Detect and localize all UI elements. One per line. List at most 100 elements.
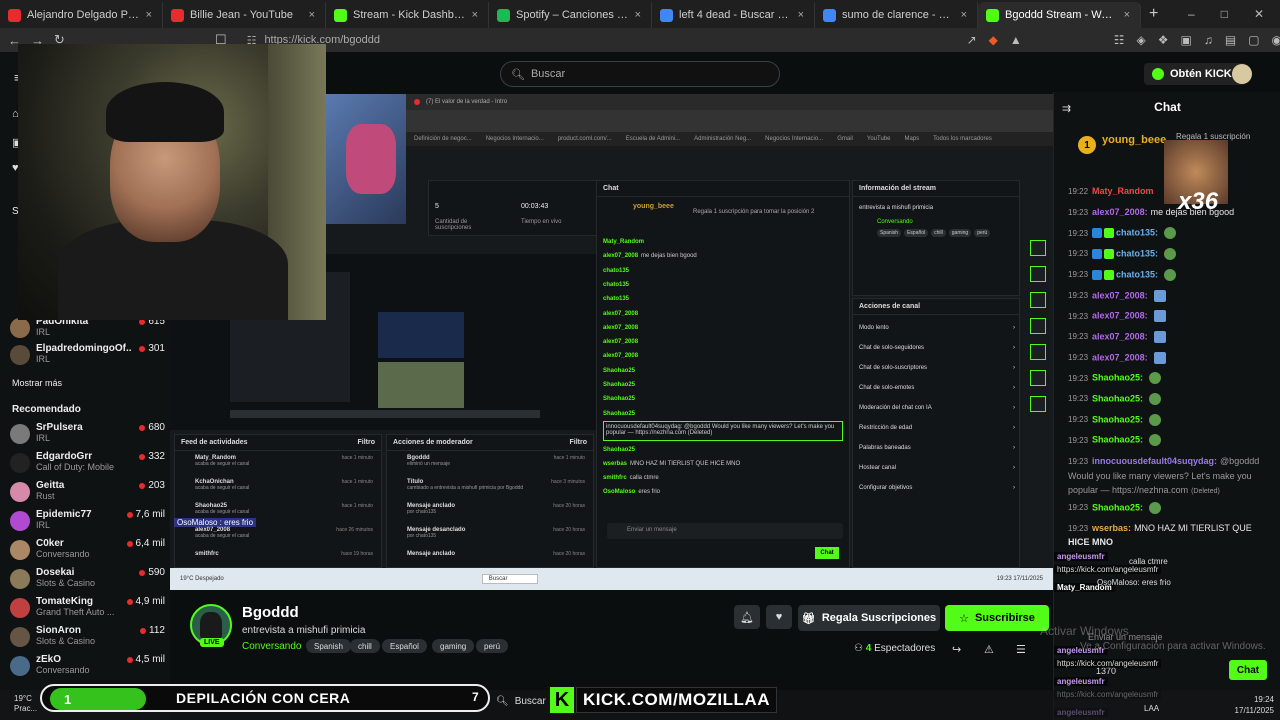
sidebar-channel[interactable]: SrPulsera IRL 680	[10, 422, 165, 450]
more-icon[interactable]: ☰	[1016, 643, 1026, 656]
search-input[interactable]: 🔍︎ Buscar	[500, 61, 780, 87]
chat-username[interactable]: alex07_2008:	[1092, 331, 1148, 341]
filter-button[interactable]: Filtro	[358, 439, 376, 446]
language-indicator[interactable]: LAA	[1144, 704, 1159, 713]
channel-name[interactable]: Bgoddd	[242, 604, 299, 621]
chat-username[interactable]: Shaohao25:	[1092, 414, 1143, 424]
brave-shield-icon[interactable]: ◆	[989, 33, 998, 47]
chat-username[interactable]: alex07_2008:	[1092, 290, 1148, 300]
chat-username[interactable]: Maty_Random	[1092, 186, 1154, 196]
follow-heart-icon[interactable]: ♥	[766, 605, 792, 629]
chat-username[interactable]: chato135:	[1116, 269, 1158, 279]
sidebar-channel[interactable]: Epidemic77 IRL 7,6 mil	[10, 509, 165, 537]
channel-action-item[interactable]: Chat de solo-seguidores ›	[859, 345, 1015, 351]
stream-category[interactable]: Conversando	[242, 641, 301, 652]
wallet-icon[interactable]: ▢	[1248, 33, 1259, 47]
close-tab-icon[interactable]: ×	[309, 9, 315, 21]
taskbar-clock[interactable]: 19:24 17/11/2025	[1204, 694, 1274, 716]
browser-tab[interactable]: Bgoddd Stream - Watch Live×	[978, 2, 1141, 28]
weather-widget[interactable]: 19°C Prac...	[14, 694, 37, 714]
close-tab-icon[interactable]: ×	[472, 9, 478, 21]
channel-action-item[interactable]: Moderación del chat con IA ›	[859, 405, 1015, 411]
sidebar-icon[interactable]: ▤	[1225, 33, 1236, 47]
mini-chat-button[interactable]: Chat	[815, 547, 839, 559]
taskbar-search[interactable]: 🔍︎ Buscar	[496, 696, 546, 707]
channel-action-item[interactable]: Modo lento ›	[859, 325, 1015, 331]
browser-tab[interactable]: Stream - Kick Dashboard ×	[326, 2, 489, 28]
chat-username[interactable]: Shaohao25:	[1092, 373, 1143, 383]
notification-bell-icon[interactable]: 🔔︎	[734, 605, 760, 629]
sidebar-channel[interactable]: TomateKing Grand Theft Auto ... 4,9 mil	[10, 596, 165, 624]
close-window-icon[interactable]: ✕	[1254, 7, 1264, 21]
tool-icon[interactable]	[1030, 396, 1046, 412]
sidebar-channel[interactable]: ElpadredomingoOf... IRL 301	[10, 343, 165, 371]
gift-subs-button[interactable]: 🎁︎ Regala Suscripciones	[798, 605, 940, 631]
tool-icon[interactable]	[1030, 318, 1046, 334]
browser-tab[interactable]: Billie Jean - YouTube ×	[163, 2, 326, 28]
screenshot-icon[interactable]: ▣	[1181, 33, 1192, 47]
user-avatar[interactable]	[1232, 64, 1252, 84]
extension-icon[interactable]: ❖	[1158, 33, 1169, 47]
chat-send-button[interactable]: Chat	[1229, 660, 1267, 680]
vpn-icon[interactable]: ◉	[1272, 33, 1280, 47]
channel-action-item[interactable]: Restricción de edad ›	[859, 425, 1015, 431]
video-progress[interactable]	[230, 410, 540, 418]
chat-username[interactable]: Shaohao25:	[1092, 435, 1143, 445]
channel-action-item[interactable]: Chat de solo-emotes ›	[859, 385, 1015, 391]
share-icon[interactable]: ↗	[967, 33, 977, 47]
channel-action-item[interactable]: Configurar objetivos ›	[859, 485, 1015, 491]
close-tab-icon[interactable]: ×	[1124, 9, 1130, 21]
show-more-link[interactable]: Mostrar más	[12, 378, 62, 388]
chat-username[interactable]: Shaohao25:	[1092, 502, 1143, 512]
chat-username[interactable]: alex07_2008:	[1092, 207, 1148, 217]
tool-icon[interactable]	[1030, 240, 1046, 256]
chat-username[interactable]: alex07_2008:	[1092, 311, 1148, 321]
media-icon[interactable]: ♫	[1204, 33, 1213, 47]
share-icon[interactable]: ↪	[952, 643, 961, 656]
browser-tab[interactable]: sumo de clarence - Buscar con Goog×	[815, 2, 978, 28]
browser-tab[interactable]: Spotify – Canciones que te gustan×	[489, 2, 652, 28]
channel-action-item[interactable]: Chat de solo-suscriptores ›	[859, 365, 1015, 371]
address-bar[interactable]: ☷ https://kick.com/bgoddd	[237, 30, 957, 50]
tool-icon[interactable]	[1030, 292, 1046, 308]
sidebar-channel[interactable]: SionAron Slots & Casino 112	[10, 625, 165, 653]
sidebar-channel[interactable]: PadOnikita IRL 615	[10, 316, 165, 344]
subscribe-button[interactable]: ☆ Suscribirse	[945, 605, 1049, 631]
close-tab-icon[interactable]: ×	[798, 9, 804, 21]
sidebar-channel[interactable]: C0ker Conversando 6,4 mil	[10, 538, 165, 566]
maximize-icon[interactable]: □	[1221, 7, 1228, 21]
new-tab-icon[interactable]: +	[1141, 5, 1166, 23]
close-tab-icon[interactable]: ×	[146, 9, 152, 21]
get-kicks-button[interactable]: Obtén KICKs	[1144, 63, 1246, 85]
sidebar-channel[interactable]: EdgardoGrr Call of Duty: Mobile 332	[10, 451, 165, 479]
mini-send-input[interactable]: Enviar un mensaje	[607, 523, 843, 539]
extension-icon[interactable]: ◈	[1137, 33, 1146, 47]
sidebar-channel[interactable]: Dosekai Slots & Casino 590	[10, 567, 165, 595]
channel-action-item[interactable]: Palabras baneadas ›	[859, 445, 1015, 451]
chat-username[interactable]: Shaohao25:	[1092, 393, 1143, 403]
report-icon[interactable]: ⚠	[984, 643, 994, 656]
chat-username[interactable]: alex07_2008:	[1092, 352, 1148, 362]
tag[interactable]: chill	[350, 639, 380, 653]
tag[interactable]: Spanish	[306, 639, 351, 653]
channel-action-item[interactable]: Hostear canal ›	[859, 465, 1015, 471]
sidebar-channel[interactable]: Geitta Rust 203	[10, 480, 165, 508]
close-tab-icon[interactable]: ×	[961, 9, 967, 21]
tool-icon[interactable]	[1030, 266, 1046, 282]
tool-icon[interactable]	[1030, 370, 1046, 386]
translate-icon[interactable]: ☷	[1114, 33, 1125, 47]
chat-username[interactable]: chato135:	[1116, 248, 1158, 258]
tag[interactable]: Español	[382, 639, 427, 653]
minimize-icon[interactable]: –	[1188, 7, 1195, 21]
tag[interactable]: perú	[476, 639, 509, 653]
filter-button[interactable]: Filtro	[570, 439, 588, 446]
browser-tab[interactable]: Alejandro Delgado Pérez - YouTube×	[0, 2, 163, 28]
browser-tab[interactable]: left 4 dead - Buscar con Google×	[652, 2, 815, 28]
rewards-icon[interactable]: ▲	[1010, 33, 1022, 47]
sidebar-channel[interactable]: zEkO Conversando 4,5 mil	[10, 654, 165, 682]
close-tab-icon[interactable]: ×	[635, 9, 641, 21]
tool-icon[interactable]	[1030, 344, 1046, 360]
chat-username[interactable]: chato135:	[1116, 228, 1158, 238]
tag[interactable]: gaming	[432, 639, 475, 653]
chat-username[interactable]: wserbas:	[1092, 523, 1131, 533]
